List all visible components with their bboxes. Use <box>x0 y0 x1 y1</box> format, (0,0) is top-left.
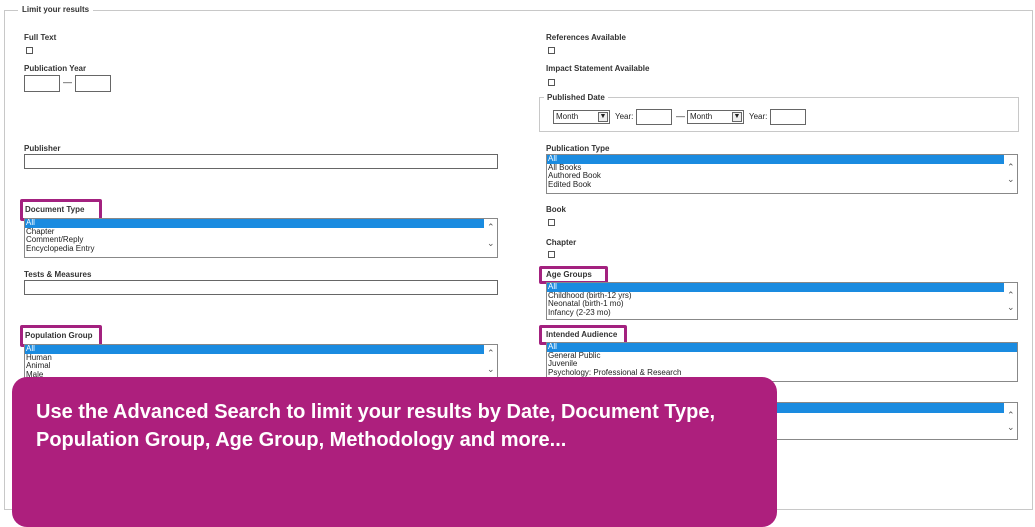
listbox-scrollbar[interactable]: ⌃ ⌄ <box>1004 403 1017 439</box>
list-option[interactable]: Animal <box>25 361 497 371</box>
listbox-scrollbar[interactable]: ⌃ ⌄ <box>484 345 497 381</box>
year-range-dash: — <box>63 77 72 87</box>
document-type-listbox[interactable]: All Chapter Comment/Reply Encyclopedia E… <box>24 218 498 258</box>
list-option[interactable]: Edited Book <box>547 180 1017 190</box>
chevron-up-icon[interactable]: ⌃ <box>1007 411 1015 420</box>
year-to-label: Year: <box>749 112 768 121</box>
listbox-scrollbar[interactable]: ⌃ ⌄ <box>1004 283 1017 319</box>
list-option[interactable]: All <box>25 345 497 354</box>
age-groups-listbox[interactable]: All Childhood (birth-12 yrs) Neonatal (b… <box>546 282 1018 320</box>
list-option[interactable]: All <box>25 219 497 228</box>
book-label: Book <box>546 205 566 214</box>
published-date-month-from[interactable]: Month ▼ <box>553 110 610 124</box>
chapter-checkbox[interactable] <box>548 251 555 258</box>
chevron-up-icon[interactable]: ⌃ <box>1007 291 1015 300</box>
references-available-label: References Available <box>546 33 626 42</box>
list-option[interactable]: Chapter <box>25 227 497 237</box>
date-range-dash: — <box>676 111 685 121</box>
impact-statement-label: Impact Statement Available <box>546 64 650 73</box>
month-to-value: Month <box>690 112 713 121</box>
published-date-year-from[interactable] <box>636 109 672 125</box>
chevron-down-icon[interactable]: ⌄ <box>1007 303 1015 312</box>
chevron-down-icon[interactable]: ⌄ <box>1007 175 1015 184</box>
list-option[interactable]: Comment/Reply <box>25 235 497 245</box>
publisher-input[interactable] <box>24 154 498 169</box>
chapter-label: Chapter <box>546 238 577 247</box>
intended-audience-label: Intended Audience <box>546 330 618 339</box>
full-text-label: Full Text <box>24 33 57 42</box>
chevron-up-icon[interactable]: ⌃ <box>487 223 495 232</box>
intended-audience-listbox[interactable]: All General Public Juvenile Psychology: … <box>546 342 1018 382</box>
population-group-label: Population Group <box>25 331 93 340</box>
tests-measures-input[interactable] <box>24 280 498 295</box>
list-option[interactable]: Human <box>25 353 497 363</box>
publication-type-listbox[interactable]: All All Books Authored Book Edited Book … <box>546 154 1018 194</box>
published-date-year-to[interactable] <box>770 109 806 125</box>
list-option[interactable]: Encyclopedia Entry <box>25 244 497 254</box>
publication-type-label: Publication Type <box>546 144 610 153</box>
list-option[interactable]: Authored Book <box>547 171 1017 181</box>
document-type-label: Document Type <box>25 205 85 214</box>
references-available-checkbox[interactable] <box>548 47 555 54</box>
full-text-checkbox[interactable] <box>26 47 33 54</box>
chevron-up-icon[interactable]: ⌃ <box>487 349 495 358</box>
dropdown-arrow-icon[interactable]: ▼ <box>732 112 742 122</box>
list-option[interactable]: Psychology: Professional & Research <box>547 368 1017 378</box>
month-from-value: Month <box>556 112 579 121</box>
book-checkbox[interactable] <box>548 219 555 226</box>
published-date-month-to[interactable]: Month ▼ <box>687 110 744 124</box>
chevron-down-icon[interactable]: ⌄ <box>487 239 495 248</box>
impact-statement-checkbox[interactable] <box>548 79 555 86</box>
age-groups-label: Age Groups <box>546 270 592 279</box>
list-option[interactable]: All Books <box>547 163 1017 173</box>
publisher-label: Publisher <box>24 144 61 153</box>
publication-year-to-input[interactable] <box>75 75 111 92</box>
publication-year-from-input[interactable] <box>24 75 60 92</box>
chevron-down-icon[interactable]: ⌄ <box>487 365 495 374</box>
publication-year-label: Publication Year <box>24 64 87 73</box>
list-option[interactable]: All <box>547 343 1017 352</box>
list-option[interactable]: Neonatal (birth-1 mo) <box>547 299 1017 309</box>
dropdown-arrow-icon[interactable]: ▼ <box>598 112 608 122</box>
chevron-up-icon[interactable]: ⌃ <box>1007 163 1015 172</box>
list-option[interactable]: General Public <box>547 351 1017 361</box>
promo-banner-text: Use the Advanced Search to limit your re… <box>36 401 716 451</box>
year-from-label: Year: <box>615 112 634 121</box>
published-date-legend: Published Date <box>544 93 608 102</box>
chevron-down-icon[interactable]: ⌄ <box>1007 423 1015 432</box>
list-option[interactable]: All <box>547 155 1017 164</box>
listbox-scrollbar[interactable]: ⌃ ⌄ <box>484 219 497 257</box>
list-option[interactable]: Infancy (2-23 mo) <box>547 308 1017 318</box>
tests-measures-label: Tests & Measures <box>24 270 92 279</box>
fieldset-legend: Limit your results <box>18 5 94 14</box>
listbox-scrollbar[interactable]: ⌃ ⌄ <box>1004 155 1017 193</box>
